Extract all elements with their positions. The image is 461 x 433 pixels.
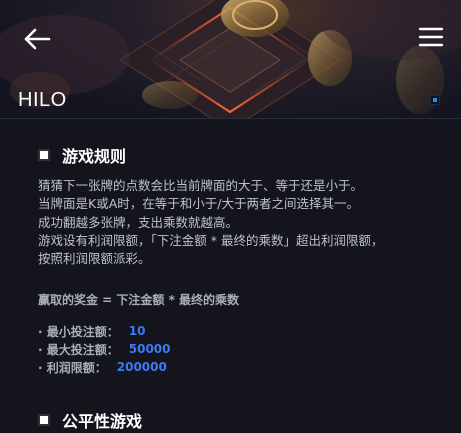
back-button[interactable]: [22, 26, 52, 52]
rules-line: 按照利润限额派彩。: [38, 251, 151, 267]
limit-label: · 最小投注额：: [38, 324, 119, 339]
rules-line: 成功翻越多张牌，支出乘数就越高。: [38, 214, 239, 230]
payout-formula: 赢取的奖金 = 下注金额 * 最终的乘数: [38, 293, 240, 307]
bet-limits-list: · 最小投注额： 10 · 最大投注额： 50000 · 利润限额： 20000…: [38, 322, 171, 376]
limit-label: · 最大投注额：: [38, 342, 119, 357]
limit-row-min-bet: · 最小投注额： 10: [38, 322, 171, 340]
arrow-left-icon: [24, 28, 51, 50]
limit-value: 200000: [116, 360, 167, 374]
header-divider: [0, 118, 461, 119]
fairness-heading: 公平性游戏: [62, 412, 143, 431]
limit-row-profit-limit: · 利润限额： 200000: [38, 358, 171, 376]
limit-label: · 利润限额：: [38, 360, 107, 375]
limit-value: 50000: [128, 342, 171, 356]
rules-section-header: 游戏规则: [38, 144, 126, 166]
rules-line: 猜猜下一张牌的点数会比当前牌面的大于、等于还是小于。: [38, 178, 364, 193]
limit-value: 10: [128, 324, 146, 338]
fairness-section-header: 公平性游戏: [38, 409, 142, 431]
rules-description: 猜猜下一张牌的点数会比当前牌面的大于、等于还是小于。 当牌面是K或A时，在等于和…: [38, 177, 448, 268]
hamburger-menu-icon: [418, 27, 444, 47]
limit-row-max-bet: · 最大投注额： 50000: [38, 340, 171, 358]
menu-button[interactable]: [418, 26, 444, 48]
banner-artwork: [0, 0, 461, 118]
header-banner: [0, 0, 461, 118]
indicator-dot-icon: [430, 95, 440, 105]
rules-heading: 游戏规则: [62, 147, 127, 166]
square-bullet-icon: [38, 414, 50, 426]
square-bullet-icon: [38, 149, 50, 161]
rules-line: 游戏设有利润限额，「下注金额 * 最终的乘数」超出利润限额，: [38, 232, 384, 248]
rules-line: 当牌面是K或A时，在等于和小于/大于两者之间选择其一。: [38, 196, 359, 212]
page-title: HILO: [18, 89, 67, 111]
